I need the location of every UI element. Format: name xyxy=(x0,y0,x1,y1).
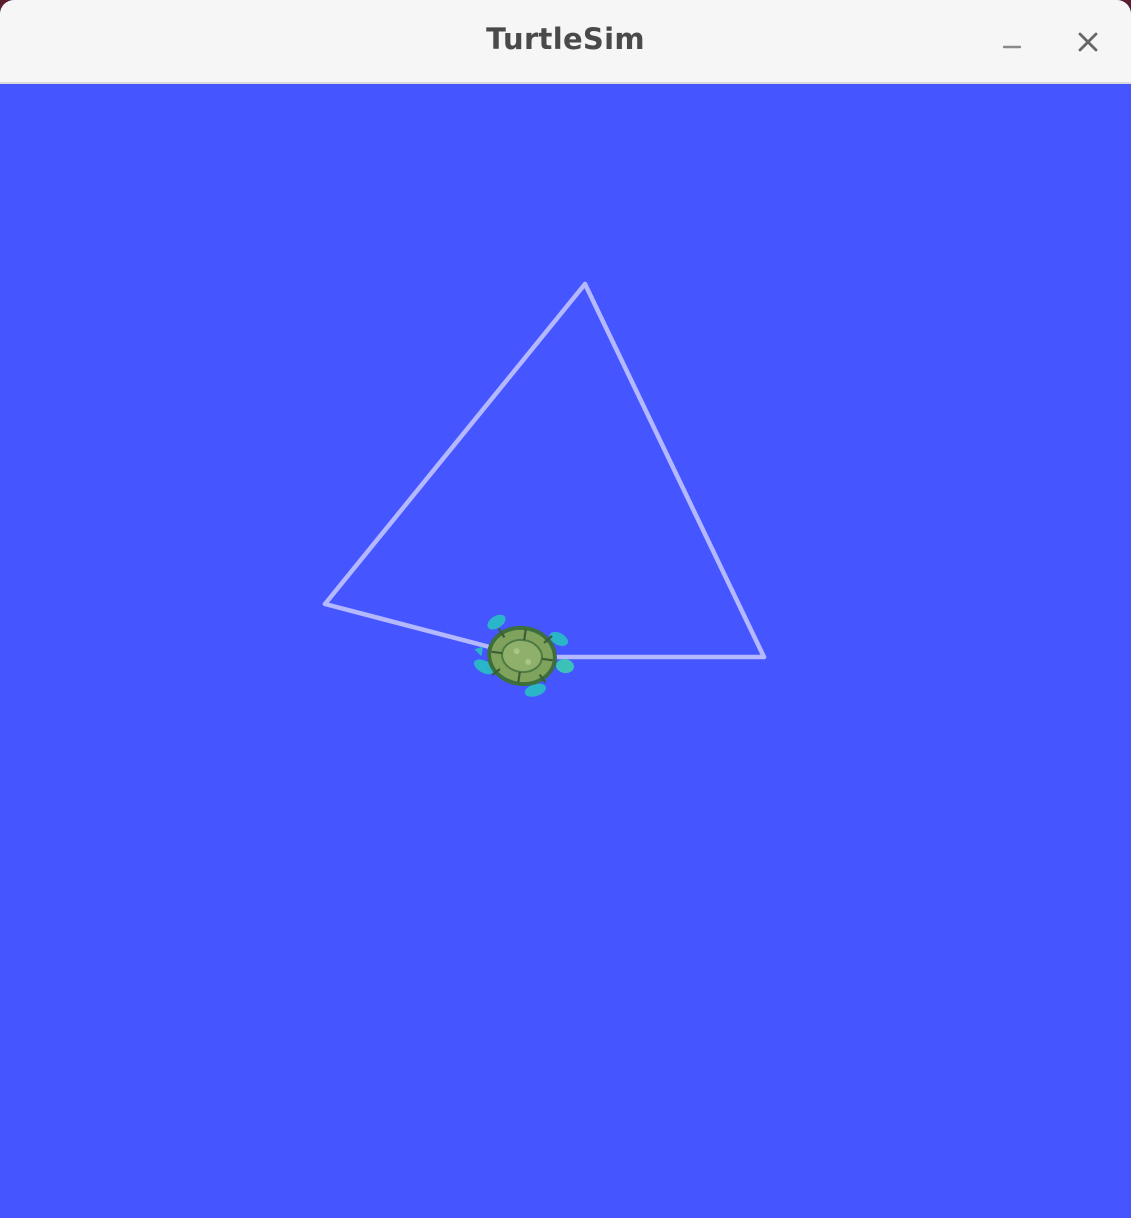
minimize-button[interactable] xyxy=(990,20,1034,64)
trail-segment-lower-left xyxy=(322,601,508,654)
turtlesim-window: TurtleSim xyxy=(0,0,1131,1218)
window-title: TurtleSim xyxy=(486,22,645,56)
titlebar[interactable]: TurtleSim xyxy=(0,0,1131,84)
trail-segment-right xyxy=(582,281,767,660)
canvas-drawing xyxy=(322,281,767,697)
turtle-canvas xyxy=(0,84,1131,1218)
pen-trail xyxy=(322,281,767,660)
close-button[interactable] xyxy=(1066,20,1110,64)
trail-segment-left xyxy=(322,281,588,607)
minimize-icon xyxy=(1002,45,1022,49)
close-icon xyxy=(1078,32,1098,52)
